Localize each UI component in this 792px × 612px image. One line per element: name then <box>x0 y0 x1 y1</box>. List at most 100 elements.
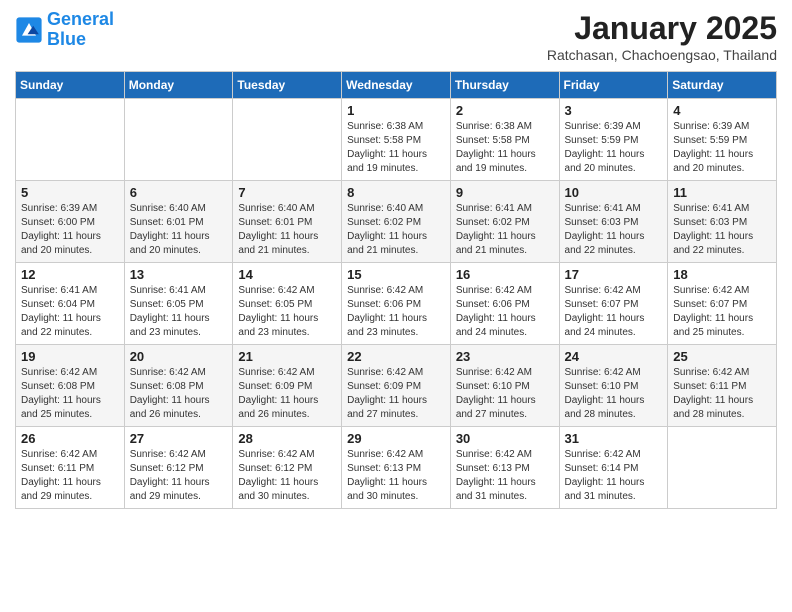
day-number: 10 <box>565 185 663 200</box>
calendar-cell: 20 Sunrise: 6:42 AM Sunset: 6:08 PM Dayli… <box>124 345 233 427</box>
day-info: Sunrise: 6:39 AM Sunset: 5:59 PM Dayligh… <box>673 120 771 176</box>
logo-icon <box>15 16 43 44</box>
day-info: Sunrise: 6:41 AM Sunset: 6:03 PM Dayligh… <box>673 202 771 258</box>
calendar-cell <box>668 427 777 509</box>
calendar-week-row: 26Sunrise: 6:42 AM Sunset: 6:11 PM Dayli… <box>16 427 777 509</box>
day-info: Sunrise: 6:42 AM Sunset: 6:12 PM Dayligh… <box>238 448 336 504</box>
calendar-cell: 13Sunrise: 6:41 AM Sunset: 6:05 PM Dayli… <box>124 263 233 345</box>
day-number: 3 <box>565 103 663 118</box>
calendar-cell: 31Sunrise: 6:42 AM Sunset: 6:14 PM Dayli… <box>559 427 668 509</box>
day-info: Sunrise: 6:42 AM Sunset: 6:06 PM Dayligh… <box>456 284 554 340</box>
day-info: Sunrise: 6:42 AM Sunset: 6:12 PM Dayligh… <box>130 448 228 504</box>
calendar-cell: 4 Sunrise: 6:39 AM Sunset: 5:59 PM Daylig… <box>668 99 777 181</box>
day-number: 15 <box>347 267 445 282</box>
calendar-cell: 5 Sunrise: 6:39 AM Sunset: 6:00 PM Daylig… <box>16 181 125 263</box>
day-number: 28 <box>238 431 336 446</box>
calendar-cell: 30 Sunrise: 6:42 AM Sunset: 6:13 PM Dayli… <box>450 427 559 509</box>
calendar-cell <box>124 99 233 181</box>
calendar-cell: 17Sunrise: 6:42 AM Sunset: 6:07 PM Dayli… <box>559 263 668 345</box>
day-info: Sunrise: 6:42 AM Sunset: 6:07 PM Dayligh… <box>673 284 771 340</box>
calendar-cell: 27 Sunrise: 6:42 AM Sunset: 6:12 PM Dayli… <box>124 427 233 509</box>
calendar-cell: 12 Sunrise: 6:41 AM Sunset: 6:04 PM Dayli… <box>16 263 125 345</box>
day-info: Sunrise: 6:38 AM Sunset: 5:58 PM Dayligh… <box>347 120 445 176</box>
calendar-cell: 8Sunrise: 6:40 AM Sunset: 6:02 PM Daylig… <box>342 181 451 263</box>
day-number: 14 <box>238 267 336 282</box>
day-info: Sunrise: 6:42 AM Sunset: 6:08 PM Dayligh… <box>130 366 228 422</box>
title-block: January 2025 Ratchasan, Chachoengsao, Th… <box>547 10 777 63</box>
day-number: 24 <box>565 349 663 364</box>
day-number: 5 <box>21 185 119 200</box>
calendar-cell: 19Sunrise: 6:42 AM Sunset: 6:08 PM Dayli… <box>16 345 125 427</box>
day-number: 16 <box>456 267 554 282</box>
day-info: Sunrise: 6:41 AM Sunset: 6:02 PM Dayligh… <box>456 202 554 258</box>
day-info: Sunrise: 6:38 AM Sunset: 5:58 PM Dayligh… <box>456 120 554 176</box>
day-number: 4 <box>673 103 771 118</box>
day-number: 23 <box>456 349 554 364</box>
calendar-cell: 7Sunrise: 6:40 AM Sunset: 6:01 PM Daylig… <box>233 181 342 263</box>
day-info: Sunrise: 6:41 AM Sunset: 6:04 PM Dayligh… <box>21 284 119 340</box>
day-number: 20 <box>130 349 228 364</box>
day-number: 18 <box>673 267 771 282</box>
calendar-cell: 23 Sunrise: 6:42 AM Sunset: 6:10 PM Dayli… <box>450 345 559 427</box>
day-number: 30 <box>456 431 554 446</box>
calendar-week-row: 5 Sunrise: 6:39 AM Sunset: 6:00 PM Daylig… <box>16 181 777 263</box>
day-info: Sunrise: 6:42 AM Sunset: 6:13 PM Dayligh… <box>456 448 554 504</box>
weekday-header-row: SundayMondayTuesdayWednesdayThursdayFrid… <box>16 72 777 99</box>
day-number: 12 <box>21 267 119 282</box>
calendar-table: SundayMondayTuesdayWednesdayThursdayFrid… <box>15 71 777 509</box>
calendar-cell: 1 Sunrise: 6:38 AM Sunset: 5:58 PM Daylig… <box>342 99 451 181</box>
location: Ratchasan, Chachoengsao, Thailand <box>547 47 777 63</box>
calendar-week-row: 1 Sunrise: 6:38 AM Sunset: 5:58 PM Daylig… <box>16 99 777 181</box>
day-number: 17 <box>565 267 663 282</box>
weekday-header: Monday <box>124 72 233 99</box>
day-info: Sunrise: 6:42 AM Sunset: 6:06 PM Dayligh… <box>347 284 445 340</box>
calendar-cell: 18 Sunrise: 6:42 AM Sunset: 6:07 PM Dayli… <box>668 263 777 345</box>
day-number: 26 <box>21 431 119 446</box>
day-info: Sunrise: 6:42 AM Sunset: 6:10 PM Dayligh… <box>565 366 663 422</box>
day-number: 25 <box>673 349 771 364</box>
logo: General Blue <box>15 10 114 50</box>
calendar-week-row: 12 Sunrise: 6:41 AM Sunset: 6:04 PM Dayli… <box>16 263 777 345</box>
month-title: January 2025 <box>547 10 777 47</box>
calendar-cell: 25 Sunrise: 6:42 AM Sunset: 6:11 PM Dayli… <box>668 345 777 427</box>
day-info: Sunrise: 6:42 AM Sunset: 6:10 PM Dayligh… <box>456 366 554 422</box>
day-info: Sunrise: 6:39 AM Sunset: 6:00 PM Dayligh… <box>21 202 119 258</box>
day-number: 19 <box>21 349 119 364</box>
calendar-cell: 28 Sunrise: 6:42 AM Sunset: 6:12 PM Dayli… <box>233 427 342 509</box>
calendar-cell: 26Sunrise: 6:42 AM Sunset: 6:11 PM Dayli… <box>16 427 125 509</box>
logo-blue: Blue <box>47 29 86 49</box>
day-number: 9 <box>456 185 554 200</box>
day-number: 8 <box>347 185 445 200</box>
day-number: 1 <box>347 103 445 118</box>
weekday-header: Sunday <box>16 72 125 99</box>
calendar-cell: 11 Sunrise: 6:41 AM Sunset: 6:03 PM Dayli… <box>668 181 777 263</box>
weekday-header: Thursday <box>450 72 559 99</box>
calendar-cell: 16 Sunrise: 6:42 AM Sunset: 6:06 PM Dayli… <box>450 263 559 345</box>
day-number: 6 <box>130 185 228 200</box>
day-info: Sunrise: 6:40 AM Sunset: 6:01 PM Dayligh… <box>130 202 228 258</box>
day-info: Sunrise: 6:42 AM Sunset: 6:11 PM Dayligh… <box>673 366 771 422</box>
day-info: Sunrise: 6:41 AM Sunset: 6:03 PM Dayligh… <box>565 202 663 258</box>
day-info: Sunrise: 6:42 AM Sunset: 6:09 PM Dayligh… <box>347 366 445 422</box>
calendar-cell: 6 Sunrise: 6:40 AM Sunset: 6:01 PM Daylig… <box>124 181 233 263</box>
day-info: Sunrise: 6:39 AM Sunset: 5:59 PM Dayligh… <box>565 120 663 176</box>
calendar-cell: 9 Sunrise: 6:41 AM Sunset: 6:02 PM Daylig… <box>450 181 559 263</box>
day-number: 29 <box>347 431 445 446</box>
calendar-cell <box>233 99 342 181</box>
day-info: Sunrise: 6:42 AM Sunset: 6:13 PM Dayligh… <box>347 448 445 504</box>
calendar-cell: 22 Sunrise: 6:42 AM Sunset: 6:09 PM Dayli… <box>342 345 451 427</box>
calendar-cell: 2Sunrise: 6:38 AM Sunset: 5:58 PM Daylig… <box>450 99 559 181</box>
day-info: Sunrise: 6:41 AM Sunset: 6:05 PM Dayligh… <box>130 284 228 340</box>
day-number: 27 <box>130 431 228 446</box>
weekday-header: Saturday <box>668 72 777 99</box>
calendar-cell: 10 Sunrise: 6:41 AM Sunset: 6:03 PM Dayli… <box>559 181 668 263</box>
day-info: Sunrise: 6:42 AM Sunset: 6:14 PM Dayligh… <box>565 448 663 504</box>
calendar-cell: 3 Sunrise: 6:39 AM Sunset: 5:59 PM Daylig… <box>559 99 668 181</box>
calendar-cell: 21Sunrise: 6:42 AM Sunset: 6:09 PM Dayli… <box>233 345 342 427</box>
weekday-header: Tuesday <box>233 72 342 99</box>
day-number: 11 <box>673 185 771 200</box>
page-header: General Blue January 2025 Ratchasan, Cha… <box>15 10 777 63</box>
day-info: Sunrise: 6:40 AM Sunset: 6:01 PM Dayligh… <box>238 202 336 258</box>
day-number: 22 <box>347 349 445 364</box>
day-info: Sunrise: 6:42 AM Sunset: 6:05 PM Dayligh… <box>238 284 336 340</box>
